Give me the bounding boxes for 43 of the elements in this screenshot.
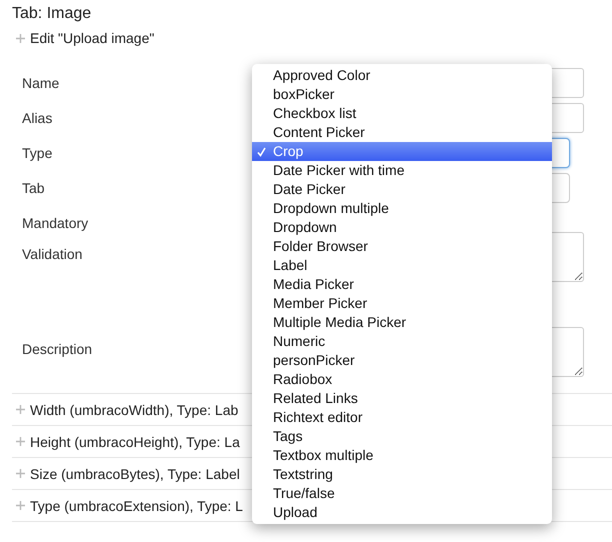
field-label: Mandatory — [22, 214, 90, 230]
field-label: Validation — [22, 245, 84, 262]
menu-item[interactable]: Dropdown — [252, 218, 552, 237]
menu-item[interactable]: Textbox multiple — [252, 446, 552, 465]
menu-item[interactable]: Crop — [252, 142, 552, 161]
menu-item[interactable]: Approved Color — [252, 66, 552, 85]
menu-item[interactable]: Richtext editor — [252, 408, 552, 427]
property-label[interactable]: Width (umbracoWidth), Type: Lab — [30, 402, 238, 418]
tab-title: Tab: Image — [12, 4, 92, 24]
menu-item[interactable]: Multiple Media Picker — [252, 313, 552, 332]
property-label[interactable]: Height (umbracoHeight), Type: La — [30, 434, 240, 450]
menu-item[interactable]: Media Picker — [252, 275, 552, 294]
menu-item[interactable]: boxPicker — [252, 85, 552, 104]
section-heading[interactable]: Edit "Upload image" — [30, 30, 154, 46]
plus-icon[interactable] — [16, 469, 25, 478]
menu-item[interactable]: Date Picker with time — [252, 161, 552, 180]
property-label[interactable]: Type (umbracoExtension), Type: L — [30, 498, 243, 514]
plus-icon[interactable] — [16, 501, 25, 510]
plus-icon[interactable] — [16, 405, 25, 414]
menu-item[interactable]: Dropdown multiple — [252, 199, 552, 218]
property-label[interactable]: Size (umbracoBytes), Type: Label — [30, 466, 240, 482]
menu-item[interactable]: Upload — [252, 503, 552, 522]
menu-item[interactable]: Folder Browser — [252, 237, 552, 256]
menu-item[interactable]: True/false — [252, 484, 552, 503]
menu-item[interactable]: Label — [252, 256, 552, 275]
check-icon — [257, 147, 266, 157]
menu-item[interactable]: Numeric — [252, 332, 552, 351]
menu-item[interactable]: Content Picker — [252, 123, 552, 142]
field-label: Tab — [22, 180, 46, 196]
menu-item[interactable]: Tags — [252, 427, 552, 446]
menu-item[interactable]: Checkbox list — [252, 104, 552, 123]
menu-item[interactable]: Date Picker — [252, 180, 552, 199]
field-label: Name — [22, 74, 60, 90]
field-label: Type — [22, 144, 54, 160]
menu-item[interactable]: Member Picker — [252, 294, 552, 313]
menu-item[interactable]: personPicker — [252, 351, 552, 370]
menu-item[interactable]: Radiobox — [252, 370, 552, 389]
plus-icon[interactable] — [16, 34, 25, 42]
plus-icon[interactable] — [16, 437, 25, 446]
field-label: Alias — [22, 110, 54, 126]
field-label: Description — [22, 340, 94, 357]
menu-item[interactable]: Related Links — [252, 389, 552, 408]
menu-item[interactable]: Textstring — [252, 465, 552, 484]
